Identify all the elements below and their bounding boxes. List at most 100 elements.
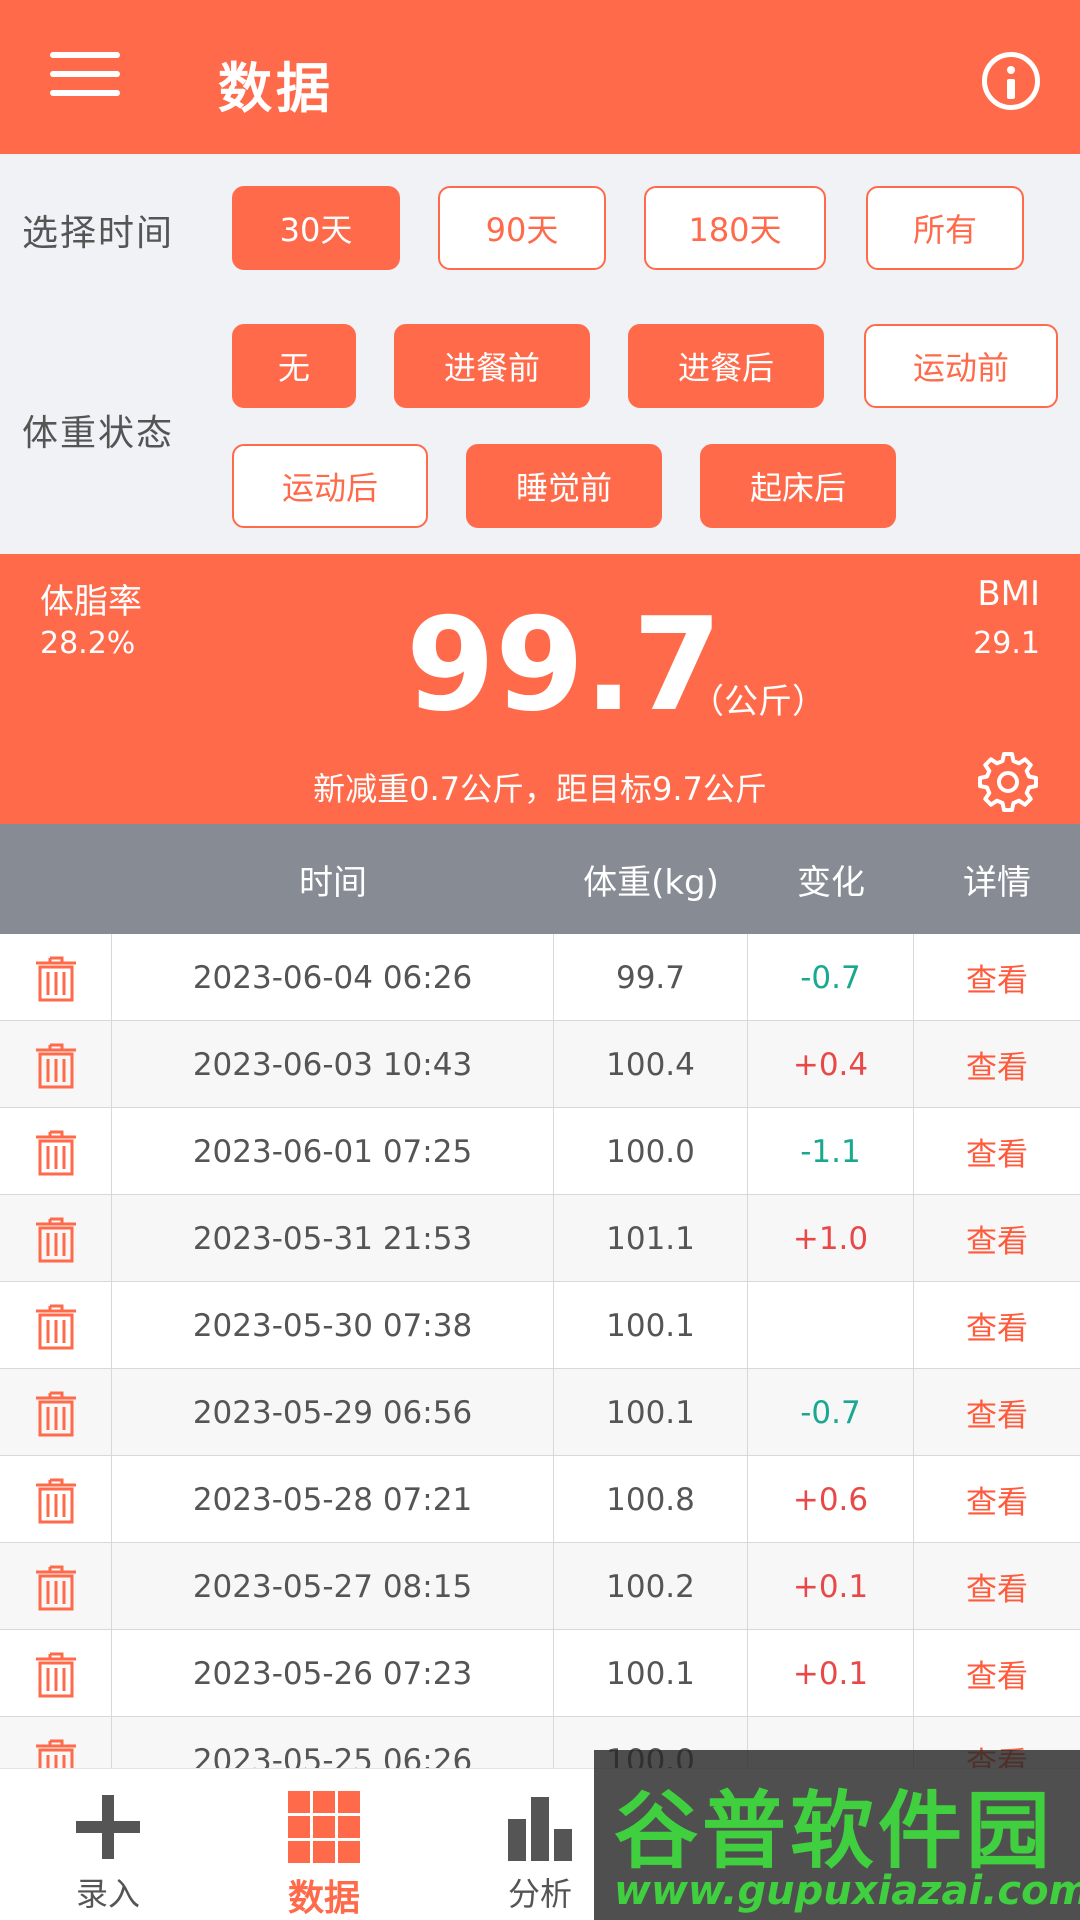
delete-cell[interactable] (0, 1717, 112, 1768)
nav-label-data: 数据 (287, 1878, 360, 1919)
watermark-logo: 谷普软件园 www.gupuxiazai.com (594, 1750, 1080, 1920)
nav-label-entry: 录入 (75, 1875, 140, 1913)
row-change (748, 1282, 914, 1369)
current-weight: 99.7 (406, 591, 722, 740)
view-detail-link[interactable]: 查看 (914, 934, 1080, 1021)
table-row: 2023-06-03 10:43 100.4 +0.4 查看 (0, 1021, 1080, 1108)
col-header-detail: 详情 (963, 862, 1031, 903)
page-title: 数据 (218, 57, 334, 120)
delete-cell[interactable] (0, 1282, 112, 1369)
row-time: 2023-05-28 07:21 (112, 1456, 554, 1543)
state-option-before-exercise[interactable]: 运动前 (864, 324, 1058, 408)
time-option-30[interactable]: 30天 (232, 186, 400, 270)
time-option-all[interactable]: 所有 (866, 186, 1024, 270)
state-option-before-sleep[interactable]: 睡觉前 (466, 444, 662, 528)
info-circle-icon[interactable] (982, 52, 1040, 110)
view-detail-link[interactable]: 查看 (914, 1195, 1080, 1282)
trash-icon[interactable] (34, 1127, 78, 1177)
goal-progress-text: 新减重0.7公斤，距目标9.7公斤 (313, 770, 767, 808)
trash-icon[interactable] (34, 1562, 78, 1612)
row-change: +0.4 (748, 1021, 914, 1108)
body-fat-value: 28.2% (40, 626, 136, 661)
view-detail-link[interactable]: 查看 (914, 1021, 1080, 1108)
delete-cell[interactable] (0, 934, 112, 1021)
row-change: +0.6 (748, 1456, 914, 1543)
row-time: 2023-05-26 07:23 (112, 1630, 554, 1717)
delete-cell[interactable] (0, 1021, 112, 1108)
trash-icon[interactable] (34, 1214, 78, 1264)
state-option-none[interactable]: 无 (232, 324, 356, 408)
delete-cell[interactable] (0, 1543, 112, 1630)
row-weight: 99.7 (554, 934, 748, 1021)
row-weight: 100.1 (554, 1369, 748, 1456)
plus-icon (76, 1795, 140, 1859)
nav-item-data[interactable]: 数据 (216, 1769, 432, 1920)
trash-icon[interactable] (34, 1040, 78, 1090)
row-weight: 101.1 (554, 1195, 748, 1282)
row-weight: 100.2 (554, 1543, 748, 1630)
col-header-time[interactable]: 时间 (112, 824, 554, 934)
trash-icon[interactable] (34, 1649, 78, 1699)
row-change: +1.0 (748, 1195, 914, 1282)
row-weight: 100.4 (554, 1021, 748, 1108)
delete-cell[interactable] (0, 1108, 112, 1195)
bmi-label: BMI (977, 574, 1040, 614)
row-time: 2023-05-30 07:38 (112, 1282, 554, 1369)
view-detail-link[interactable]: 查看 (914, 1282, 1080, 1369)
row-time: 2023-06-01 07:25 (112, 1108, 554, 1195)
trash-icon[interactable] (34, 1388, 78, 1438)
state-option-after-exercise[interactable]: 运动后 (232, 444, 428, 528)
table-row: 2023-05-28 07:21 100.8 +0.6 查看 (0, 1456, 1080, 1543)
time-option-180[interactable]: 180天 (644, 186, 826, 270)
state-filter-label: 体重状态 (22, 413, 175, 454)
row-change: +0.1 (748, 1630, 914, 1717)
watermark-url: www.gupuxiazai.com (614, 1868, 1080, 1914)
view-detail-link[interactable]: 查看 (914, 1630, 1080, 1717)
bar-chart-icon (508, 1797, 572, 1861)
trash-icon[interactable] (34, 1301, 78, 1351)
view-detail-link[interactable]: 查看 (914, 1456, 1080, 1543)
delete-cell[interactable] (0, 1630, 112, 1717)
filter-panel: 选择时间 30天 90天 180天 所有 体重状态 无 进餐前 进餐后 运动前 … (0, 154, 1080, 554)
time-filter-label: 选择时间 (22, 213, 175, 254)
table-row: 2023-05-30 07:38 100.1 查看 (0, 1282, 1080, 1369)
delete-cell[interactable] (0, 1456, 112, 1543)
view-detail-link[interactable]: 查看 (914, 1369, 1080, 1456)
row-change: -1.1 (748, 1108, 914, 1195)
row-time: 2023-05-29 06:56 (112, 1369, 554, 1456)
table-row: 2023-05-27 08:15 100.2 +0.1 查看 (0, 1543, 1080, 1630)
row-weight: 100.1 (554, 1630, 748, 1717)
gear-icon[interactable] (976, 750, 1040, 814)
record-table[interactable]: 2023-06-04 06:26 99.7 -0.7 查看 2023-06-03 10:… (0, 934, 1080, 1768)
time-option-90[interactable]: 90天 (438, 186, 606, 270)
row-time: 2023-06-03 10:43 (112, 1021, 554, 1108)
table-row: 2023-06-04 06:26 99.7 -0.7 查看 (0, 934, 1080, 1021)
trash-icon[interactable] (34, 953, 78, 1003)
delete-cell[interactable] (0, 1195, 112, 1282)
col-header-change[interactable]: 变化 (748, 824, 914, 934)
row-time: 2023-06-04 06:26 (112, 934, 554, 1021)
body-fat-label: 体脂率 (40, 582, 142, 622)
view-detail-link[interactable]: 查看 (914, 1543, 1080, 1630)
table-row: 2023-06-01 07:25 100.0 -1.1 查看 (0, 1108, 1080, 1195)
table-row: 2023-05-31 21:53 101.1 +1.0 查看 (0, 1195, 1080, 1282)
trash-icon[interactable] (34, 1736, 78, 1769)
view-detail-link[interactable]: 查看 (914, 1108, 1080, 1195)
bmi-value: 29.1 (973, 626, 1040, 661)
weight-unit: （公斤） (690, 682, 826, 722)
row-weight: 100.8 (554, 1456, 748, 1543)
col-header-weight[interactable]: 体重(kg) (554, 824, 748, 934)
row-change: -0.7 (748, 934, 914, 1021)
row-change: +0.1 (748, 1543, 914, 1630)
state-option-after-wake[interactable]: 起床后 (700, 444, 896, 528)
state-option-before-meal[interactable]: 进餐前 (394, 324, 590, 408)
row-time: 2023-05-25 06:26 (112, 1717, 554, 1768)
watermark-title: 谷普软件园 (614, 1782, 1055, 1880)
delete-cell[interactable] (0, 1369, 112, 1456)
nav-item-entry[interactable]: 录入 (0, 1769, 216, 1920)
row-weight: 100.1 (554, 1282, 748, 1369)
table-row: 2023-05-26 07:23 100.1 +0.1 查看 (0, 1630, 1080, 1717)
trash-icon[interactable] (34, 1475, 78, 1525)
hamburger-menu-icon[interactable] (50, 52, 120, 102)
state-option-after-meal[interactable]: 进餐后 (628, 324, 824, 408)
